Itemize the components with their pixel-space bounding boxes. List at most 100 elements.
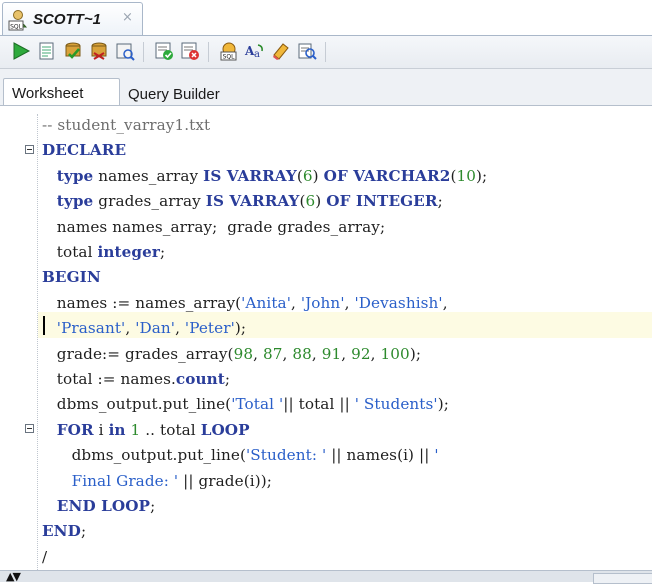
code-line[interactable]: BEGIN (42, 265, 101, 290)
code-line[interactable]: dbms_output.put_line('Total '|| total ||… (42, 392, 449, 417)
code-token: i (93, 420, 109, 439)
code-token: names := names_array( (42, 293, 242, 312)
code-line[interactable]: DECLARE (42, 138, 126, 163)
code-token: BEGIN (42, 268, 101, 287)
code-token: dbms_output.put_line( (42, 395, 232, 414)
autotrace-icon[interactable] (153, 40, 175, 62)
code-token: total := names. (42, 370, 176, 388)
code-token: 88 (292, 344, 312, 363)
code-line[interactable]: total integer; (42, 240, 165, 265)
code-token: -- student_varray1.txt (42, 116, 211, 134)
code-token: 98 (233, 344, 254, 363)
code-token: 'Devashish' (354, 293, 443, 312)
code-token: ' (434, 446, 439, 465)
code-token: 'Prasant' (56, 319, 126, 338)
run-script-icon[interactable] (36, 40, 58, 62)
code-token: 6 (305, 192, 316, 211)
code-token: ) (312, 166, 324, 185)
code-token: ); (409, 344, 422, 363)
code-line[interactable]: grade:= grades_array(98, 87, 88, 91, 92,… (42, 342, 421, 367)
code-token: dbms_output.put_line( (42, 446, 246, 465)
tab-worksheet[interactable]: Worksheet (3, 78, 120, 107)
code-line[interactable]: names := names_array('Anita', 'John', 'D… (42, 291, 448, 316)
run-statement-icon[interactable] (10, 40, 32, 62)
code-token: type (56, 192, 94, 211)
code-line[interactable]: total := names.count; (42, 367, 230, 392)
code-token: 'Student: ' (245, 446, 327, 465)
code-token: ; (150, 497, 156, 515)
code-token: 87 (262, 344, 283, 363)
fold-collapse-icon[interactable] (25, 145, 34, 154)
split-arrows-icon[interactable]: ▲▼ (6, 570, 21, 583)
code-token: 1 (130, 420, 141, 439)
explain-plan-icon[interactable] (114, 40, 136, 62)
svg-text:a: a (254, 49, 260, 60)
code-token: ; (437, 192, 443, 211)
code-token: END (42, 522, 81, 541)
code-token: grades_array (93, 192, 206, 211)
code-line[interactable]: type grades_array IS VARRAY(6) OF INTEGE… (42, 189, 443, 214)
code-token: ; (80, 522, 87, 541)
code-line[interactable]: type names_array IS VARRAY(6) OF VARCHAR… (42, 164, 487, 189)
commit-icon[interactable] (62, 40, 84, 62)
code-token: type (56, 166, 94, 185)
code-token: 91 (321, 344, 342, 363)
sql-editor[interactable]: -- student_varray1.txt DECLARE type names… (0, 106, 652, 570)
code-token: ); (476, 166, 488, 185)
code-token: ' Students' (354, 395, 438, 414)
code-token: LOOP (200, 420, 250, 439)
code-token: names names_array; grade grades_array; (42, 217, 386, 236)
code-line[interactable]: / (42, 545, 47, 570)
code-token: 'Dan' (135, 319, 176, 338)
code-line[interactable]: Final Grade: ' || grade(i)); (42, 469, 272, 494)
editor-bottom-bar: ▲▼ (0, 570, 652, 584)
code-token: total (42, 243, 98, 261)
gutter-divider (37, 114, 38, 570)
toolbar-separator (143, 42, 144, 62)
code-line[interactable]: FOR i in 1 .. total LOOP (42, 418, 250, 443)
document-tab-strip: SQL SCOTT~1 × (0, 0, 652, 35)
close-icon[interactable]: × (122, 10, 133, 25)
code-token: integer (97, 243, 160, 261)
code-token: , (344, 293, 355, 312)
code-line[interactable]: END; (42, 519, 86, 544)
code-token: 'Peter' (184, 319, 235, 338)
to-upper-lower-icon[interactable]: A a (244, 40, 266, 62)
horizontal-scrollbar[interactable] (593, 573, 652, 584)
code-token: IS VARRAY (203, 166, 297, 185)
code-token: 100 (380, 344, 410, 363)
code-token: names_array (93, 166, 204, 185)
sql-history-icon[interactable]: SQL (218, 40, 240, 62)
code-token: ); (437, 395, 449, 414)
code-line[interactable]: END LOOP; (42, 494, 155, 519)
code-line[interactable]: 'Prasant', 'Dan', 'Peter'); (42, 316, 246, 341)
toolbar-separator (325, 42, 326, 62)
editor-gutter (0, 106, 38, 570)
code-token: , (253, 344, 263, 363)
code-token: .. total (140, 420, 201, 439)
code-token: || names(i) || (326, 446, 435, 465)
code-line[interactable]: names names_array; grade grades_array; (42, 215, 385, 240)
code-token: count (175, 370, 225, 388)
code-token: || grade(i)); (178, 471, 272, 490)
code-token: 'John' (300, 293, 345, 312)
worksheet-subtabs: Worksheet Query Builder (0, 68, 652, 107)
document-tab-scott[interactable]: SQL SCOTT~1 × (2, 2, 143, 35)
code-token: IS VARRAY (205, 192, 300, 211)
code-line[interactable]: dbms_output.put_line('Student: ' || name… (42, 443, 439, 468)
code-token: 6 (302, 166, 313, 185)
clear-eraser-icon[interactable] (270, 40, 292, 62)
sql-tuning-icon[interactable] (179, 40, 201, 62)
rollback-icon[interactable] (88, 40, 110, 62)
tab-query-builder[interactable]: Query Builder (120, 78, 240, 107)
code-token: , (290, 293, 301, 312)
code-token: , (175, 319, 185, 338)
find-icon[interactable] (296, 40, 318, 62)
code-token: ) (315, 192, 327, 211)
code-line[interactable]: -- student_varray1.txt (42, 113, 210, 138)
fold-collapse-icon[interactable] (25, 424, 34, 433)
